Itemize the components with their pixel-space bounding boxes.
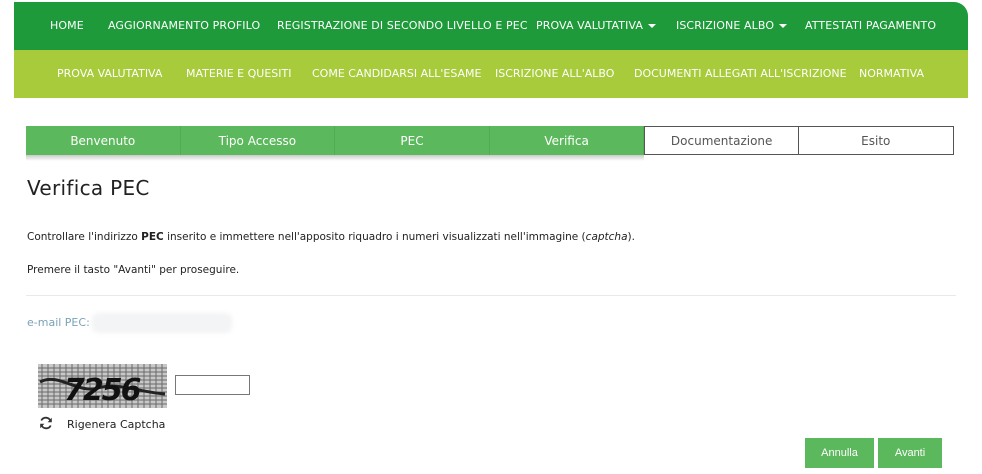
- step-label: PEC: [400, 133, 424, 148]
- top-navigation: HOME AGGIORNAMENTO PROFILO REGISTRAZIONE…: [14, 2, 968, 50]
- nav-item-label: ISCRIZIONE ALBO: [676, 19, 775, 32]
- instruction-bold: PEC: [141, 231, 164, 243]
- nav-item-registrazione[interactable]: REGISTRAZIONE DI SECONDO LIVELLO E PEC: [277, 19, 528, 32]
- nav-item-label: REGISTRAZIONE DI SECONDO LIVELLO E PEC: [277, 19, 528, 32]
- subnav-item-label: DOCUMENTI ALLEGATI ALL'ISCRIZIONE: [634, 67, 847, 80]
- nav-item-iscrizione-albo[interactable]: ISCRIZIONE ALBO: [676, 19, 788, 32]
- captcha-code: 7256: [64, 373, 141, 408]
- captcha-image: 7256: [38, 364, 167, 408]
- next-button[interactable]: Avanti: [878, 438, 942, 468]
- step-documentazione: Documentazione: [644, 126, 799, 155]
- page-title: Verifica PEC: [27, 176, 150, 200]
- subnav-item-materie-quesiti[interactable]: MATERIE E QUESITI: [186, 67, 291, 80]
- subnav-item-label: NORMATIVA: [859, 67, 925, 80]
- subnav-item-label: ISCRIZIONE ALL'ALBO: [495, 67, 615, 80]
- pec-value-redacted: [92, 313, 232, 333]
- nav-item-attestati-pagamento[interactable]: ATTESTATI PAGAMENTO: [805, 19, 936, 32]
- instruction-part: Controllare l'indirizzo: [27, 231, 142, 243]
- subnav-item-label: MATERIE E QUESITI: [186, 67, 292, 80]
- pec-label: e-mail PEC:: [27, 316, 90, 329]
- nav-item-label: AGGIORNAMENTO PROFILO: [108, 19, 261, 32]
- nav-item-aggiornamento-profilo[interactable]: AGGIORNAMENTO PROFILO: [108, 19, 260, 32]
- step-label: Verifica: [544, 133, 589, 148]
- step-label: Tipo Accesso: [218, 133, 297, 148]
- captcha-input[interactable]: [175, 375, 250, 395]
- subnav-item-iscrizione-albo[interactable]: ISCRIZIONE ALL'ALBO: [495, 67, 614, 80]
- step-verifica: Verifica: [489, 126, 645, 155]
- regenerate-captcha-link[interactable]: Rigenera Captcha: [67, 418, 165, 431]
- instruction-text-2: Premere il tasto "Avanti" per proseguire…: [27, 264, 240, 276]
- nav-item-home[interactable]: HOME: [50, 19, 84, 32]
- instruction-italic: captcha: [585, 231, 628, 243]
- nav-item-label: PROVA VALUTATIVA: [536, 19, 644, 32]
- cancel-button[interactable]: Annulla: [805, 438, 874, 468]
- subnav-item-normativa[interactable]: NORMATIVA: [859, 67, 924, 80]
- subnav-item-documenti-allegati[interactable]: DOCUMENTI ALLEGATI ALL'ISCRIZIONE: [634, 67, 847, 80]
- step-benvenuto: Benvenuto: [26, 126, 181, 155]
- wizard-steps: Benvenuto Tipo Accesso PEC Verifica Docu…: [26, 126, 954, 155]
- nav-item-prova-valutativa[interactable]: PROVA VALUTATIVA: [536, 19, 657, 32]
- step-label: Documentazione: [670, 133, 773, 148]
- step-tipo-accesso: Tipo Accesso: [180, 126, 336, 155]
- step-esito: Esito: [798, 126, 954, 155]
- caret-down-icon: [779, 24, 788, 28]
- step-label: Esito: [861, 133, 891, 148]
- nav-item-label: HOME: [50, 19, 84, 32]
- instruction-part: ).: [627, 231, 635, 243]
- step-pec: PEC: [335, 126, 490, 155]
- subnav-item-prova-valutativa[interactable]: PROVA VALUTATIVA: [57, 67, 162, 80]
- refresh-icon[interactable]: [39, 416, 53, 430]
- caret-down-icon: [648, 24, 657, 28]
- instruction-part: inserito e immettere nell'apposito riqua…: [163, 231, 586, 243]
- step-label: Benvenuto: [70, 133, 136, 148]
- divider: [26, 295, 956, 296]
- subnav-item-label: COME CANDIDARSI ALL'ESAME: [312, 67, 482, 80]
- steps-shadow: [26, 155, 644, 161]
- nav-item-label: ATTESTATI PAGAMENTO: [805, 19, 937, 32]
- instruction-text: Controllare l'indirizzo PEC inserito e i…: [27, 231, 635, 243]
- subnav-item-label: PROVA VALUTATIVA: [57, 67, 163, 80]
- sub-navigation: PROVA VALUTATIVA MATERIE E QUESITI COME …: [14, 50, 968, 98]
- subnav-item-come-candidarsi[interactable]: COME CANDIDARSI ALL'ESAME: [312, 67, 482, 80]
